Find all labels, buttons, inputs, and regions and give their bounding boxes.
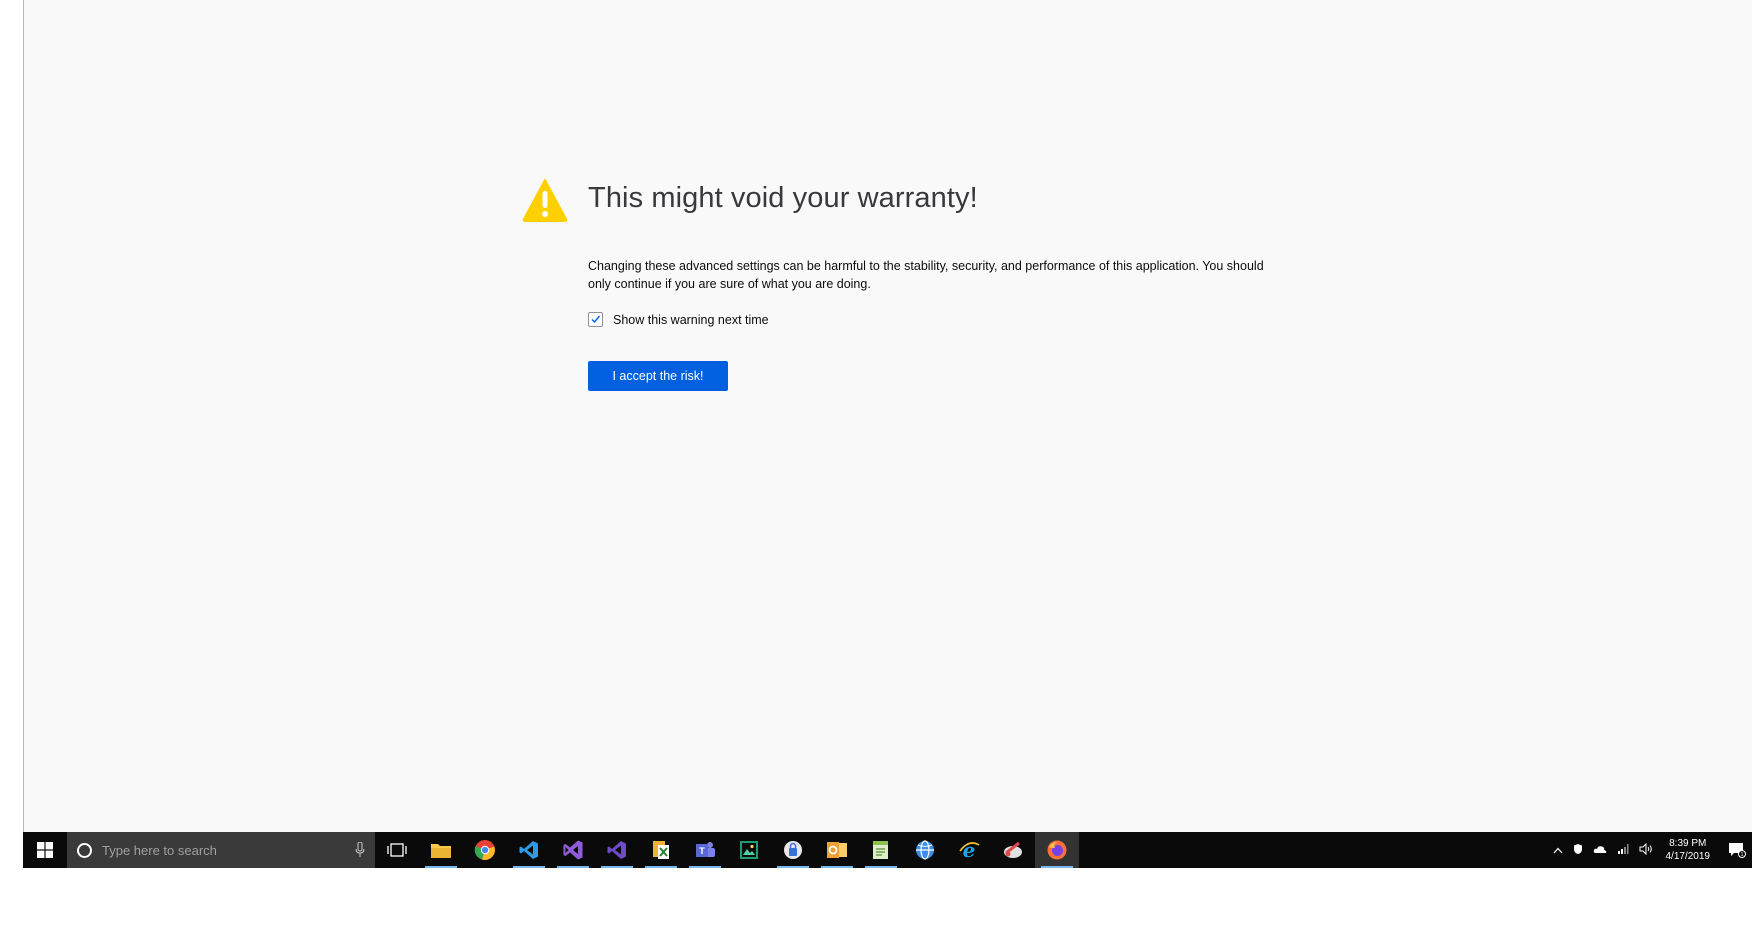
running-indicator bbox=[1041, 866, 1073, 868]
task-view-icon bbox=[387, 843, 407, 857]
cloud-icon[interactable] bbox=[1593, 843, 1607, 857]
page-title: This might void your warranty! bbox=[588, 182, 978, 214]
taskbar-app-snipping-tool[interactable] bbox=[991, 832, 1035, 868]
windows-logo-icon bbox=[37, 842, 53, 858]
shield-icon[interactable] bbox=[1573, 843, 1583, 858]
firefox-icon bbox=[1047, 840, 1067, 860]
taskbar-app-keepass[interactable] bbox=[771, 832, 815, 868]
browser-content-area: This might void your warranty! Changing … bbox=[23, 0, 1752, 868]
taskbar-app-photos[interactable] bbox=[727, 832, 771, 868]
show-hidden-icons-chevron-up-icon[interactable] bbox=[1553, 843, 1563, 857]
taskbar-app-outlook[interactable] bbox=[815, 832, 859, 868]
taskbar-app-notepad-plus[interactable] bbox=[859, 832, 903, 868]
xps-viewer-icon bbox=[653, 841, 669, 859]
photos-icon bbox=[740, 841, 758, 859]
microphone-icon[interactable] bbox=[355, 842, 365, 858]
svg-text:1: 1 bbox=[1741, 852, 1744, 858]
internet-explorer-icon: e bbox=[959, 839, 980, 861]
clock-time: 8:39 PM bbox=[1669, 838, 1707, 849]
visual-studio-icon bbox=[563, 840, 583, 860]
running-indicator bbox=[689, 866, 721, 868]
folder-icon bbox=[431, 844, 451, 858]
taskbar-app-file-explorer[interactable] bbox=[419, 832, 463, 868]
taskbar-app-teams[interactable]: T bbox=[683, 832, 727, 868]
keepass-icon bbox=[784, 841, 802, 859]
start-button[interactable] bbox=[23, 832, 67, 868]
running-indicator bbox=[777, 866, 809, 868]
taskbar-app-firefox[interactable] bbox=[1035, 832, 1079, 868]
checkmark-icon bbox=[591, 315, 601, 324]
teams-icon: T bbox=[696, 842, 715, 857]
show-warning-checkbox[interactable] bbox=[588, 312, 603, 327]
cortana-icon bbox=[77, 842, 92, 858]
taskbar-search-box[interactable]: Type here to search bbox=[67, 832, 375, 868]
show-warning-label: Show this warning next time bbox=[613, 312, 769, 327]
notification-icon: 1 bbox=[1729, 843, 1746, 858]
network-icon[interactable] bbox=[1617, 843, 1629, 858]
taskbar-app-visual-studio-code-insiders[interactable] bbox=[595, 832, 639, 868]
running-indicator bbox=[645, 866, 677, 868]
svg-text:T: T bbox=[699, 846, 705, 856]
running-indicator bbox=[865, 866, 897, 868]
taskbar-app-internet-explorer[interactable]: e bbox=[947, 832, 991, 868]
running-indicator bbox=[557, 866, 589, 868]
taskbar-app-vs-code[interactable] bbox=[507, 832, 551, 868]
windows-taskbar: Type here to search T e 8:39 PM 4/17/201… bbox=[23, 832, 1752, 868]
warning-description: Changing these advanced settings can be … bbox=[588, 259, 1264, 291]
vs-code-icon bbox=[519, 841, 538, 859]
running-indicator bbox=[513, 866, 545, 868]
taskbar-clock[interactable]: 8:39 PM 4/17/2019 bbox=[1666, 837, 1711, 863]
taskbar-app-xps-viewer[interactable] bbox=[639, 832, 683, 868]
chrome-icon bbox=[474, 840, 495, 860]
running-indicator bbox=[601, 866, 633, 868]
warning-icon bbox=[522, 179, 568, 222]
clock-date: 4/17/2019 bbox=[1665, 851, 1711, 862]
vs-insiders-icon bbox=[607, 841, 626, 859]
taskbar-app-visual-studio[interactable] bbox=[551, 832, 595, 868]
accept-risk-button[interactable]: I accept the risk! bbox=[588, 361, 728, 391]
globe-icon bbox=[916, 840, 934, 860]
running-indicator bbox=[821, 866, 853, 868]
show-warning-checkbox-row[interactable]: Show this warning next time bbox=[588, 312, 769, 327]
search-placeholder: Type here to search bbox=[102, 842, 217, 858]
task-view-button[interactable] bbox=[375, 832, 419, 868]
outlook-icon bbox=[827, 842, 847, 858]
notepad-icon bbox=[873, 841, 888, 859]
action-center-button[interactable]: 1 bbox=[1722, 832, 1752, 868]
taskbar-app-browser-globe[interactable] bbox=[903, 832, 947, 868]
system-tray: 8:39 PM 4/17/2019 1 bbox=[1548, 832, 1752, 868]
running-indicator bbox=[425, 866, 457, 868]
volume-icon[interactable] bbox=[1639, 842, 1653, 858]
taskbar-app-chrome[interactable] bbox=[463, 832, 507, 868]
snipping-tool-icon bbox=[1004, 841, 1022, 858]
